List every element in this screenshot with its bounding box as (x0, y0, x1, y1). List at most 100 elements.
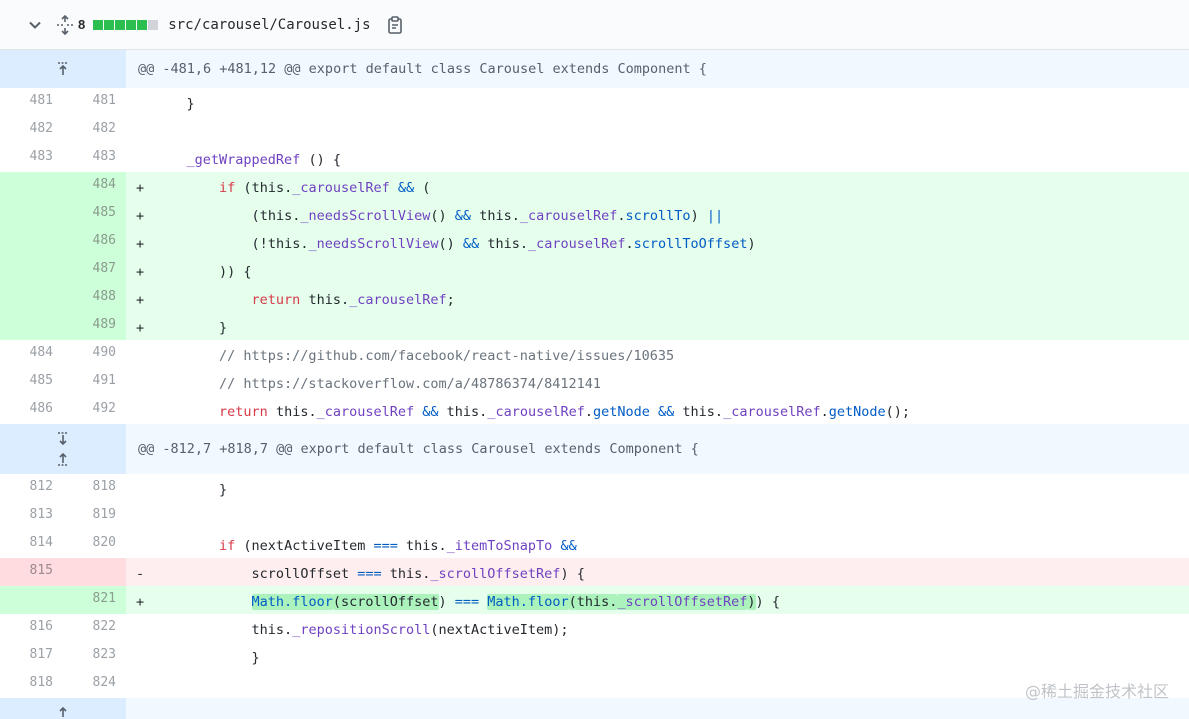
old-line-number[interactable]: 486 (0, 396, 63, 424)
code-line: _getWrappedRef () { (186, 152, 341, 168)
new-line-number[interactable]: 823 (63, 642, 126, 670)
old-line-number[interactable]: 483 (0, 144, 63, 172)
diff-line: 813 819 (0, 502, 1189, 530)
old-line-number[interactable] (0, 228, 63, 256)
old-line-number[interactable] (0, 256, 63, 284)
diff-marker (126, 368, 154, 396)
diff-marker: + (136, 320, 145, 336)
diffstat-block (93, 19, 104, 30)
diff-line: 486 492 return this._carouselRef && this… (0, 396, 1189, 424)
hunk-footer-text (126, 698, 138, 719)
new-line-number[interactable]: 486 (63, 228, 126, 256)
old-line-number[interactable]: 813 (0, 502, 63, 530)
old-line-number[interactable]: 812 (0, 474, 63, 502)
diff-line: 818 824 (0, 670, 1189, 698)
diff-line-removed: 815 - scrollOffset === this._scrollOffse… (0, 558, 1189, 586)
code-line: Math.floor(scrollOffset) === Math.floor(… (251, 594, 780, 610)
new-line-number[interactable]: 485 (63, 200, 126, 228)
diff-marker: - (136, 566, 145, 582)
code-line: scrollOffset === this._scrollOffsetRef) … (251, 566, 585, 582)
fold-up-icon (58, 452, 68, 466)
old-line-number[interactable]: 485 (0, 368, 63, 396)
new-line-number[interactable]: 818 (63, 474, 126, 502)
new-line-number[interactable] (63, 558, 126, 586)
old-line-number[interactable]: 481 (0, 88, 63, 116)
code-line: } (251, 650, 260, 666)
old-line-number[interactable] (0, 200, 63, 228)
clipboard-icon[interactable] (385, 14, 405, 36)
diff-line: 816 822 this._repositionScroll(nextActiv… (0, 614, 1189, 642)
new-line-number[interactable]: 487 (63, 256, 126, 284)
diff-line-added: 489 + } (0, 312, 1189, 340)
diff-marker: + (136, 594, 145, 610)
file-path-link[interactable]: src/carousel/Carousel.js (168, 17, 370, 33)
diffstat-block (137, 19, 148, 30)
hunk-header: @@ -481,6 +481,12 @@ export default clas… (0, 50, 1189, 88)
new-line-number[interactable]: 488 (63, 284, 126, 312)
diff-marker (126, 116, 154, 144)
new-line-number[interactable]: 483 (63, 144, 126, 172)
code-line: } (219, 320, 228, 336)
old-line-number[interactable] (0, 172, 63, 200)
diff-table: @@ -481,6 +481,12 @@ export default clas… (0, 50, 1189, 719)
old-line-number[interactable]: 815 (0, 558, 63, 586)
hunk-header-text: @@ -481,6 +481,12 @@ export default clas… (138, 61, 707, 77)
diff-marker (126, 144, 154, 172)
code-line: this._repositionScroll(nextActiveItem); (251, 622, 569, 638)
diff-marker: + (136, 292, 145, 308)
new-line-number[interactable]: 490 (63, 340, 126, 368)
expand-down-button[interactable] (0, 698, 126, 719)
watermark: @稀土掘金技术社区 (1024, 682, 1169, 701)
diff-line-added: 487 + )) { (0, 256, 1189, 284)
chevron-down-icon[interactable] (24, 14, 46, 36)
diffstat-bars (93, 19, 159, 30)
diff-line: 485 491 // https://stackoverflow.com/a/4… (0, 368, 1189, 396)
diff-line-added: 484 + if (this._carouselRef && ( (0, 172, 1189, 200)
old-line-number[interactable] (0, 284, 63, 312)
code-line: } (219, 482, 228, 498)
new-line-number[interactable]: 484 (63, 172, 126, 200)
fold-down-icon (58, 432, 68, 446)
diffstat-block (126, 19, 137, 30)
unfold-icon[interactable] (54, 14, 76, 36)
old-line-number[interactable] (0, 312, 63, 340)
old-line-number[interactable]: 818 (0, 670, 63, 698)
code-line: (!this._needsScrollView() && this._carou… (251, 236, 756, 252)
diff-line: 814 820 if (nextActiveItem === this._ite… (0, 530, 1189, 558)
diff-line: 481 481 } (0, 88, 1189, 116)
new-line-number[interactable]: 489 (63, 312, 126, 340)
new-line-number[interactable]: 821 (63, 586, 126, 614)
diff-marker: + (136, 264, 145, 280)
diff-line: 812 818 } (0, 474, 1189, 502)
code-line: (this._needsScrollView() && this._carous… (251, 208, 724, 224)
diff-line-added: 488 + return this._carouselRef; (0, 284, 1189, 312)
hunk-header: @@ -812,7 +818,7 @@ export default class… (0, 424, 1189, 474)
diffstat-count: 8 (78, 17, 86, 32)
old-line-number[interactable]: 816 (0, 614, 63, 642)
new-line-number[interactable]: 820 (63, 530, 126, 558)
old-line-number[interactable] (0, 586, 63, 614)
diff-marker: + (136, 180, 145, 196)
old-line-number[interactable]: 817 (0, 642, 63, 670)
old-line-number[interactable]: 484 (0, 340, 63, 368)
diff-marker (126, 474, 154, 502)
fold-down-icon (59, 706, 67, 717)
diff-line-added: 821 + Math.floor(scrollOffset) === Math.… (0, 586, 1189, 614)
old-line-number[interactable]: 814 (0, 530, 63, 558)
fold-up-icon (58, 62, 68, 75)
new-line-number[interactable]: 481 (63, 88, 126, 116)
new-line-number[interactable]: 491 (63, 368, 126, 396)
new-line-number[interactable]: 819 (63, 502, 126, 530)
diff-marker (126, 340, 154, 368)
new-line-number[interactable]: 492 (63, 396, 126, 424)
new-line-number[interactable]: 824 (63, 670, 126, 698)
diff-marker (126, 530, 154, 558)
expand-up-button[interactable] (0, 50, 126, 88)
old-line-number[interactable]: 482 (0, 116, 63, 144)
new-line-number[interactable]: 822 (63, 614, 126, 642)
diff-line: 482 482 (0, 116, 1189, 144)
new-line-number[interactable]: 482 (63, 116, 126, 144)
expand-both-button[interactable] (0, 424, 126, 474)
